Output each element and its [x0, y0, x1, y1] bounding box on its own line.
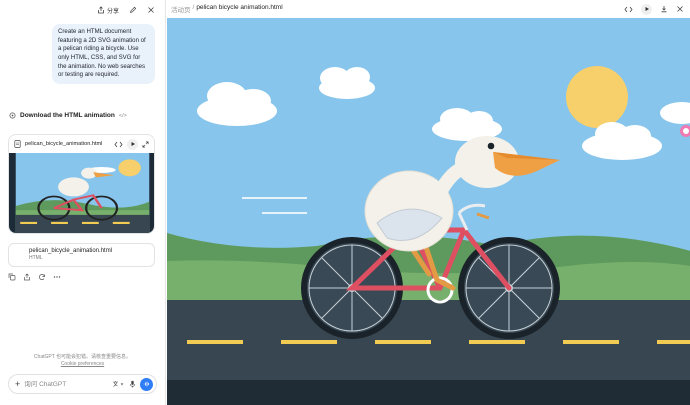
sparkle-icon [9, 112, 16, 119]
voice-button[interactable] [140, 377, 153, 391]
play-icon [131, 142, 135, 146]
copy-icon[interactable] [8, 273, 16, 281]
pelican-animation-scene [167, 18, 690, 405]
file-attachment-card[interactable]: pelican_bicycle_animation.html HTML [8, 243, 155, 267]
sun [566, 66, 628, 128]
translate-icon[interactable] [112, 380, 125, 388]
close-icon[interactable] [676, 5, 684, 13]
canvas-toolbar [624, 3, 684, 15]
canvas-header: 活动页 / pelican bicycle animation.html [166, 0, 690, 18]
cookie-preferences-link[interactable]: Cookie preferences [0, 361, 165, 368]
breadcrumb-separator: / [192, 4, 195, 11]
preview-card-filename: pelican_bicycle_animation.html [25, 141, 103, 147]
voice-icon [143, 381, 149, 387]
user-message-bubble: Create an HTML document featuring a 2D S… [52, 24, 155, 84]
refresh-icon[interactable] [38, 273, 46, 281]
composer: + [8, 374, 157, 394]
disclaimer-text: ChatGPT 也可能会犯错。请核查重要信息。 [33, 354, 132, 360]
share-message-icon[interactable] [23, 273, 31, 281]
preview-play-button[interactable] [127, 138, 138, 150]
share-icon [97, 6, 105, 14]
chat-panel: 分享 Create an HTML document featuring a 2… [0, 0, 165, 405]
code-tag[interactable]: </> [119, 113, 127, 119]
breadcrumb-parent[interactable]: 活动页 [171, 4, 191, 14]
edit-icon[interactable] [129, 6, 137, 14]
play-icon [645, 7, 649, 11]
download-heading: Download the HTML animation [20, 112, 115, 119]
download-icon[interactable] [660, 5, 668, 13]
plus-icon[interactable]: + [15, 379, 20, 389]
chat-input[interactable] [24, 380, 108, 388]
assistant-heading: Download the HTML animation </> [9, 112, 127, 119]
road-edge [167, 380, 690, 405]
canvas-play-button[interactable] [641, 3, 652, 15]
canvas-panel: 活动页 / pelican bicycle animation.html [165, 0, 690, 405]
file-card-type: HTML [29, 255, 43, 261]
file-card-filename: pelican_bicycle_animation.html [29, 248, 113, 254]
share-button[interactable]: 分享 [97, 6, 119, 15]
share-label: 分享 [106, 8, 119, 15]
code-icon[interactable] [624, 6, 633, 13]
chat-topbar: 分享 [0, 0, 165, 20]
preview-card[interactable]: pelican_bicycle_animation.html [8, 134, 155, 234]
expand-icon[interactable] [142, 141, 149, 148]
close-icon[interactable] [147, 6, 155, 14]
breadcrumb: 活动页 / pelican bicycle animation.html [171, 4, 624, 14]
preview-card-header: pelican_bicycle_animation.html [9, 135, 154, 153]
more-icon[interactable] [53, 273, 61, 281]
disclaimer: ChatGPT 也可能会犯错。请核查重要信息。 Cookie preferenc… [0, 354, 165, 369]
message-actions [8, 273, 61, 281]
breadcrumb-file: pelican bicycle animation.html [196, 4, 283, 11]
mic-icon[interactable] [129, 380, 136, 388]
file-icon [14, 140, 21, 148]
preview-thumbnail [9, 153, 154, 233]
code-icon[interactable] [114, 141, 123, 148]
cloud [319, 67, 375, 99]
